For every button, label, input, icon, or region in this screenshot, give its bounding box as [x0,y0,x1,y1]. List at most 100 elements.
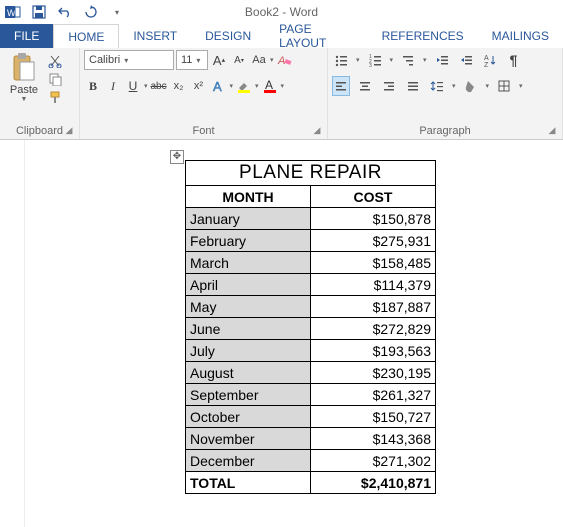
header-month[interactable]: MONTH [186,186,311,208]
word-icon: W [4,3,22,21]
grow-font-icon[interactable]: A▴ [210,50,228,70]
table-cell-month[interactable]: July [186,340,311,362]
increase-indent-icon[interactable] [457,50,475,70]
shrink-font-icon[interactable]: A▾ [230,50,248,70]
group-paragraph: ▾ 123▾ ▾ AZ ¶ ▾ ▾ ▾ Paragraph◢ [328,48,563,139]
redo-icon[interactable] [82,3,100,21]
group-paragraph-label: Paragraph◢ [332,123,558,139]
table-cell-month[interactable]: September [186,384,311,406]
table-title[interactable]: PLANE REPAIR [186,161,436,186]
group-clipboard: Paste ▼ Clipboard◢ [0,48,80,139]
table-cell-cost[interactable]: $187,887 [311,296,436,318]
table-cell-month[interactable]: October [186,406,311,428]
superscript-button[interactable]: x² [190,76,208,96]
svg-text:A: A [277,55,285,67]
format-painter-icon[interactable] [48,90,62,104]
undo-icon[interactable] [56,3,74,21]
font-name-combo[interactable]: Calibri▾ [84,50,174,70]
copy-icon[interactable] [48,72,62,86]
numbering-icon[interactable]: 123 [366,50,384,70]
table-cell-month[interactable]: January [186,208,311,230]
font-size-combo[interactable]: 11▾ [176,50,208,70]
svg-text:Z: Z [484,62,489,67]
table-cell-cost[interactable]: $272,829 [311,318,436,340]
table-cell-cost[interactable]: $114,379 [311,274,436,296]
page[interactable]: ✥ PLANE REPAIR MONTH COST January$150,87… [25,140,563,527]
tab-references[interactable]: REFERENCES [368,24,478,48]
svg-text:A: A [265,78,273,92]
bullets-icon[interactable] [332,50,350,70]
table-cell-cost[interactable]: $150,727 [311,406,436,428]
subscript-button[interactable]: x₂ [170,76,188,96]
tab-home[interactable]: HOME [53,24,119,48]
table-cell-cost[interactable]: $261,327 [311,384,436,406]
total-label[interactable]: TOTAL [186,472,311,494]
table-cell-month[interactable]: February [186,230,311,252]
paste-dropdown-icon[interactable]: ▼ [21,96,28,103]
highlight-icon[interactable] [235,76,253,96]
table-cell-month[interactable]: June [186,318,311,340]
justify-icon[interactable] [404,76,422,96]
table-cell-cost[interactable]: $275,931 [311,230,436,252]
strikethrough-button[interactable]: abc [150,76,168,96]
cut-icon[interactable] [48,54,62,68]
show-marks-icon[interactable]: ¶ [505,50,523,70]
document-area: ✥ PLANE REPAIR MONTH COST January$150,87… [0,140,563,527]
svg-text:3: 3 [369,63,372,67]
align-left-icon[interactable] [332,76,350,96]
sort-icon[interactable]: AZ [481,50,499,70]
group-font-label: Font◢ [84,123,323,139]
repair-table[interactable]: PLANE REPAIR MONTH COST January$150,878F… [185,160,436,494]
clear-formatting-icon[interactable]: A [276,50,294,70]
text-effects-icon[interactable]: A [210,76,228,96]
decrease-indent-icon[interactable] [433,50,451,70]
line-spacing-icon[interactable] [428,76,446,96]
table-cell-month[interactable]: August [186,362,311,384]
ribbon-tabs: FILE HOME INSERT DESIGN PAGE LAYOUT REFE… [0,24,563,48]
svg-text:A: A [484,55,489,62]
multilevel-list-icon[interactable] [399,50,417,70]
tab-mailings[interactable]: MAILINGS [478,24,563,48]
table-cell-month[interactable]: April [186,274,311,296]
quick-access-toolbar: W ▾ [4,3,126,21]
tab-insert[interactable]: INSERT [119,24,191,48]
table-cell-cost[interactable]: $158,485 [311,252,436,274]
clipboard-launcher-icon[interactable]: ◢ [63,125,75,137]
table-cell-cost[interactable]: $150,878 [311,208,436,230]
table-cell-month[interactable]: May [186,296,311,318]
group-font: Calibri▾ 11▾ A▴ A▾ Aa▾ A B I U▾ abc x₂ x… [80,48,328,139]
align-right-icon[interactable] [380,76,398,96]
paste-label[interactable]: Paste [10,84,38,96]
paragraph-launcher-icon[interactable]: ◢ [546,125,558,137]
save-icon[interactable] [30,3,48,21]
font-color-icon[interactable]: A [261,76,279,96]
total-cost[interactable]: $2,410,871 [311,472,436,494]
paste-icon[interactable] [10,52,38,84]
underline-button[interactable]: U [124,76,142,96]
tab-file[interactable]: FILE [0,24,53,48]
ribbon: Paste ▼ Clipboard◢ Calibri▾ 11▾ A▴ A▾ Aa… [0,48,563,140]
shading-icon[interactable] [462,76,480,96]
header-cost[interactable]: COST [311,186,436,208]
table-cell-cost[interactable]: $271,302 [311,450,436,472]
table-cell-month[interactable]: March [186,252,311,274]
table-cell-cost[interactable]: $193,563 [311,340,436,362]
svg-text:A: A [213,79,222,94]
align-center-icon[interactable] [356,76,374,96]
font-launcher-icon[interactable]: ◢ [311,125,323,137]
borders-icon[interactable] [495,76,513,96]
table-cell-cost[interactable]: $230,195 [311,362,436,384]
table-cell-cost[interactable]: $143,368 [311,428,436,450]
left-margin [0,140,25,527]
bold-button[interactable]: B [84,76,102,96]
customize-qat-icon[interactable]: ▾ [108,3,126,21]
title-bar: W ▾ Book2 - Word [0,0,563,24]
tab-page-layout[interactable]: PAGE LAYOUT [265,24,367,48]
italic-button[interactable]: I [104,76,122,96]
table-cell-month[interactable]: November [186,428,311,450]
group-clipboard-label: Clipboard◢ [4,123,75,139]
table-move-handle-icon[interactable]: ✥ [170,150,184,164]
tab-design[interactable]: DESIGN [191,24,265,48]
change-case-icon[interactable]: Aa [250,50,268,70]
table-cell-month[interactable]: December [186,450,311,472]
